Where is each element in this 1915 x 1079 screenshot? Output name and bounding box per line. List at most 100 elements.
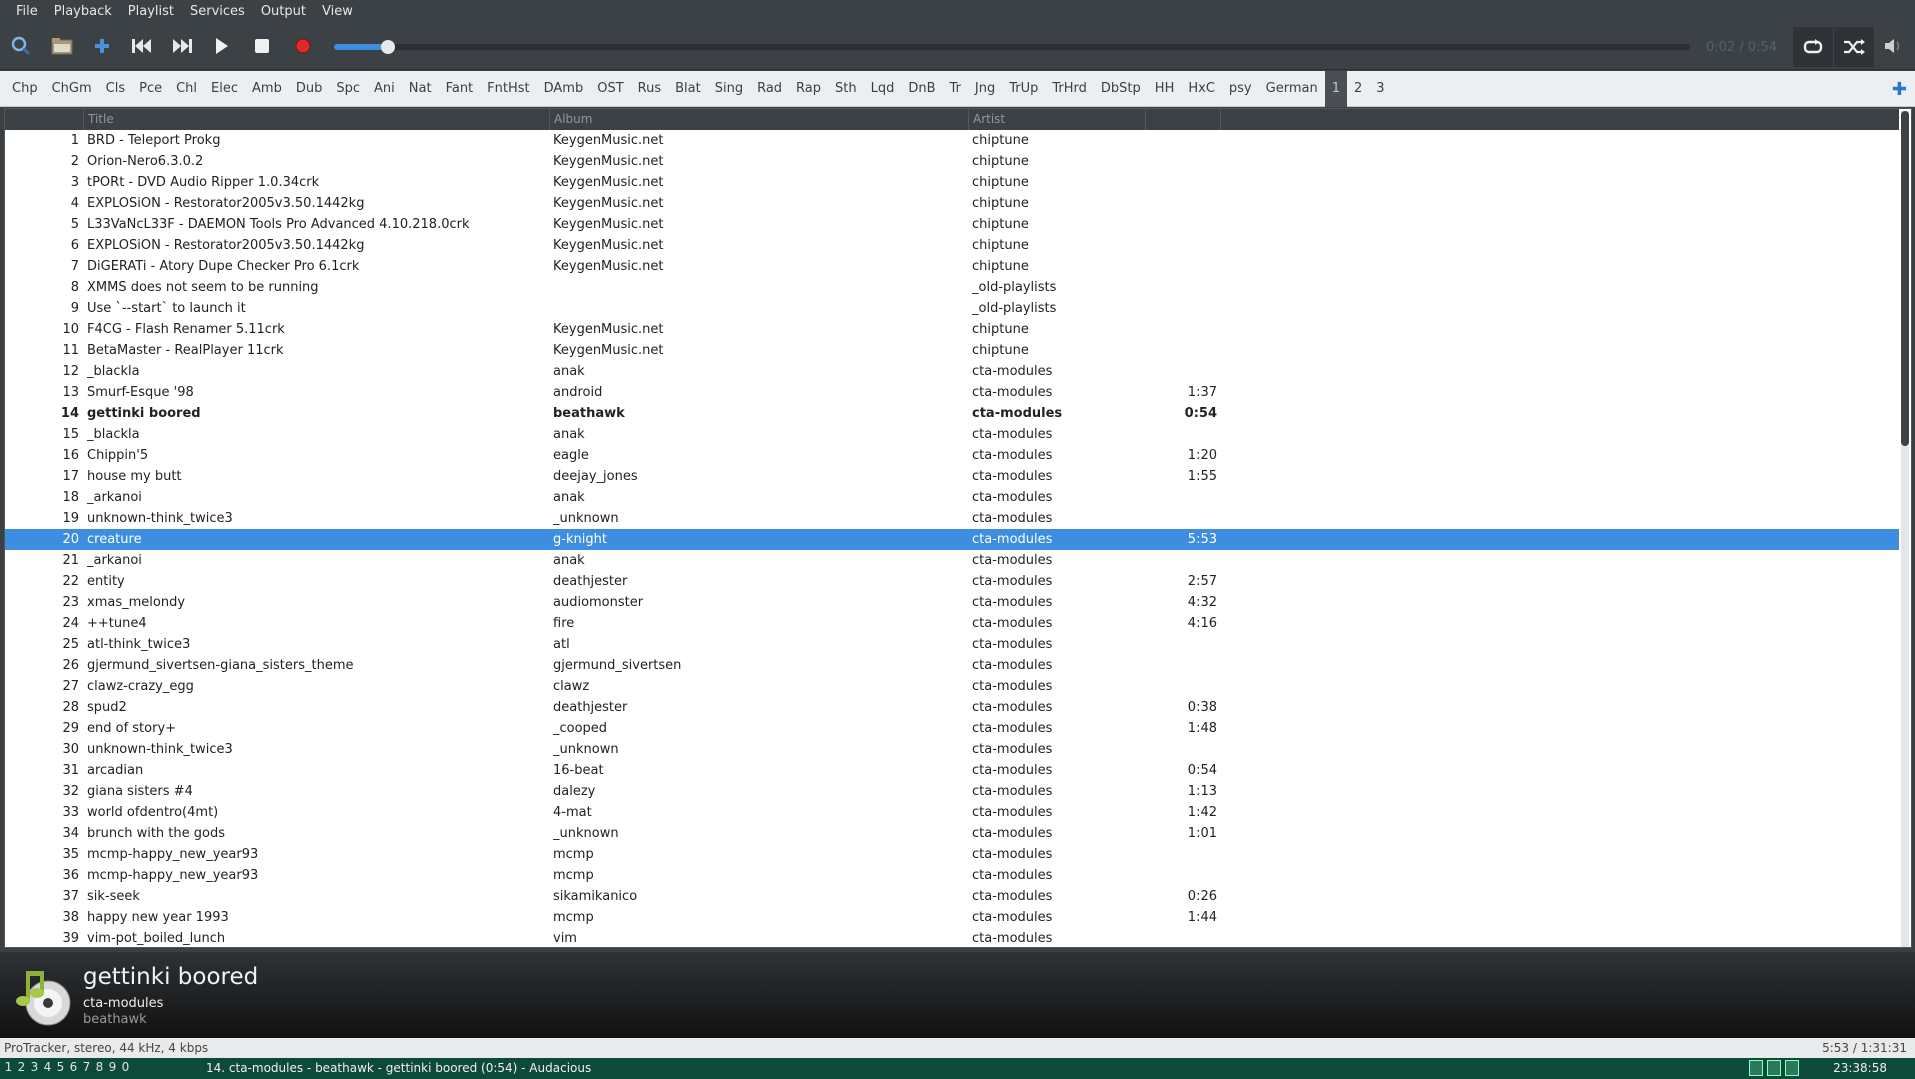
tab-amb[interactable]: Amb: [245, 71, 289, 107]
tab-hh[interactable]: HH: [1148, 71, 1182, 107]
tab-3[interactable]: 3: [1369, 71, 1391, 107]
playlist-row[interactable]: 30 unknown-think_twice3 _unknown cta-module…: [5, 739, 1899, 760]
playlist-row[interactable]: 22 entity deathjester cta-modules 2:57: [5, 571, 1899, 592]
tab-fant[interactable]: Fant: [439, 71, 481, 107]
playlist-row[interactable]: 20 creature g-knight cta-modules 5:53: [5, 529, 1899, 550]
tab-dub[interactable]: Dub: [289, 71, 330, 107]
playlist-row[interactable]: 38 happy new year 1993 mcmp cta-modules 1:44: [5, 907, 1899, 928]
playlist-row[interactable]: 15 _blackla anak cta-modules: [5, 424, 1899, 445]
playlist-row[interactable]: 1 BRD - Teleport Prokg KeygenMusic.net chip…: [5, 130, 1899, 151]
workspace-2[interactable]: 2: [17, 1060, 26, 1074]
workspace-8[interactable]: 8: [95, 1060, 104, 1074]
seek-bar[interactable]: [334, 40, 1690, 54]
play-button[interactable]: [207, 31, 237, 61]
tab-hxc[interactable]: HxC: [1181, 71, 1222, 107]
workspace-7[interactable]: 7: [82, 1060, 91, 1074]
column-header-length[interactable]: [1145, 109, 1220, 130]
shuffle-button[interactable]: [1834, 27, 1874, 67]
tab-jng[interactable]: Jng: [968, 71, 1002, 107]
column-header-title[interactable]: Title: [83, 109, 549, 130]
playlist-row[interactable]: 14 gettinki boored beathawk cta-modules 0:54: [5, 403, 1899, 424]
playlist-row[interactable]: 4 EXPLOSiON - Restorator2005v3.50.1442kg K…: [5, 193, 1899, 214]
tab-trup[interactable]: TrUp: [1002, 71, 1045, 107]
tab-spc[interactable]: Spc: [329, 71, 367, 107]
tab-fnthst[interactable]: FntHst: [480, 71, 536, 107]
next-button[interactable]: [167, 31, 197, 61]
tray-app-icon[interactable]: [1749, 1060, 1763, 1076]
playlist-row[interactable]: 28 spud2 deathjester cta-modules 0:38: [5, 697, 1899, 718]
menu-view[interactable]: View: [314, 0, 361, 23]
playlist-row[interactable]: 18 _arkanoi anak cta-modules: [5, 487, 1899, 508]
playlist-row[interactable]: 2 Orion-Nero6.3.0.2 KeygenMusic.net chiptun…: [5, 151, 1899, 172]
tab-sth[interactable]: Sth: [828, 71, 864, 107]
playlist-row[interactable]: 10 F4CG - Flash Renamer 5.11crk KeygenMusi…: [5, 319, 1899, 340]
workspace-0[interactable]: 0: [121, 1060, 130, 1074]
tray-book-icon[interactable]: [1785, 1060, 1799, 1076]
playlist-row[interactable]: 29 end of story+ _cooped cta-modules 1:48: [5, 718, 1899, 739]
tab-chp[interactable]: Chp: [5, 71, 45, 107]
workspace-9[interactable]: 9: [108, 1060, 117, 1074]
tab-chgm[interactable]: ChGm: [45, 71, 99, 107]
playlist-row[interactable]: 7 DiGERATi - Atory Dupe Checker Pro 6.1cr…: [5, 256, 1899, 277]
tab-rad[interactable]: Rad: [750, 71, 789, 107]
tab-1[interactable]: 1: [1324, 71, 1347, 107]
menu-playlist[interactable]: Playlist: [120, 0, 182, 23]
workspace-3[interactable]: 3: [30, 1060, 39, 1074]
tab-chl[interactable]: Chl: [169, 71, 204, 107]
playlist-row[interactable]: 31 arcadian 16-beat cta-modules 0:54: [5, 760, 1899, 781]
stop-button[interactable]: [247, 31, 277, 61]
volume-button[interactable]: [1879, 31, 1909, 61]
playlist-row[interactable]: 6 EXPLOSiON - Restorator2005v3.50.1442kg K…: [5, 235, 1899, 256]
tab-2[interactable]: 2: [1347, 71, 1369, 107]
playlist-row[interactable]: 8 XMMS does not seem to be running _old-pl…: [5, 277, 1899, 298]
playlist-view[interactable]: Title Album Artist 1 BRD - Teleport Prokg…: [4, 108, 1912, 948]
column-header-album[interactable]: Album: [549, 109, 968, 130]
playlist-row[interactable]: 11 BetaMaster - RealPlayer 11crk KeygenMus…: [5, 340, 1899, 361]
workspace-5[interactable]: 5: [56, 1060, 65, 1074]
playlist-row[interactable]: 35 mcmp-happy_new_year93 mcmp cta-modules: [5, 844, 1899, 865]
tab-german[interactable]: German: [1259, 71, 1325, 107]
menu-output[interactable]: Output: [253, 0, 314, 23]
playlist-row[interactable]: 19 unknown-think_twice3 _unknown cta-module…: [5, 508, 1899, 529]
playlist-row[interactable]: 33 world ofdentro(4mt) 4-mat cta-modules 1:4…: [5, 802, 1899, 823]
search-button[interactable]: [6, 31, 36, 61]
tab-psy[interactable]: psy: [1222, 71, 1259, 107]
tab-trhrd[interactable]: TrHrd: [1045, 71, 1094, 107]
playlist-row[interactable]: 37 sik-seek sikamikanico cta-modules 0:26: [5, 886, 1899, 907]
playlist-row[interactable]: 5 L33VaNcL33F - DAEMON Tools Pro Advanced…: [5, 214, 1899, 235]
active-window-title[interactable]: 14. cta-modules - beathawk - gettinki bo…: [206, 1061, 591, 1075]
tab-dnb[interactable]: DnB: [901, 71, 942, 107]
tab-lqd[interactable]: Lqd: [864, 71, 902, 107]
column-header-number[interactable]: [5, 109, 83, 130]
playlist-row[interactable]: 36 mcmp-happy_new_year93 mcmp cta-modules: [5, 865, 1899, 886]
tab-sing[interactable]: Sing: [708, 71, 750, 107]
menu-playback[interactable]: Playback: [46, 0, 120, 23]
tab-pce[interactable]: Pce: [132, 71, 169, 107]
tray-network-icon[interactable]: [1767, 1060, 1781, 1076]
workspace-1[interactable]: 1: [4, 1060, 13, 1074]
playlist-row[interactable]: 24 ++tune4 fire cta-modules 4:16: [5, 613, 1899, 634]
seek-handle[interactable]: [381, 40, 396, 54]
playlist-row[interactable]: 12 _blackla anak cta-modules: [5, 361, 1899, 382]
tab-elec[interactable]: Elec: [204, 71, 245, 107]
tab-tr[interactable]: Tr: [943, 71, 968, 107]
record-button[interactable]: [288, 31, 318, 61]
tab-blat[interactable]: Blat: [668, 71, 708, 107]
tab-ani[interactable]: Ani: [367, 71, 402, 107]
menu-file[interactable]: File: [8, 0, 46, 23]
tab-dbstp[interactable]: DbStp: [1094, 71, 1148, 107]
tab-ost[interactable]: OST: [590, 71, 630, 107]
tab-damb[interactable]: DAmb: [537, 71, 591, 107]
workspace-6[interactable]: 6: [69, 1060, 78, 1074]
repeat-button[interactable]: [1793, 27, 1833, 67]
column-header-artist[interactable]: Artist: [968, 109, 1145, 130]
vertical-scrollbar[interactable]: [1901, 111, 1909, 947]
playlist-row[interactable]: 34 brunch with the gods _unknown cta-module…: [5, 823, 1899, 844]
scrollbar-thumb[interactable]: [1901, 111, 1909, 446]
menu-services[interactable]: Services: [182, 0, 253, 23]
playlist-row[interactable]: 3 tPORt - DVD Audio Ripper 1.0.34crk Keyge…: [5, 172, 1899, 193]
previous-button[interactable]: [127, 31, 157, 61]
playlist-row[interactable]: 16 Chippin'5 eagle cta-modules 1:20: [5, 445, 1899, 466]
tab-cls[interactable]: Cls: [99, 71, 132, 107]
workspace-4[interactable]: 4: [43, 1060, 52, 1074]
